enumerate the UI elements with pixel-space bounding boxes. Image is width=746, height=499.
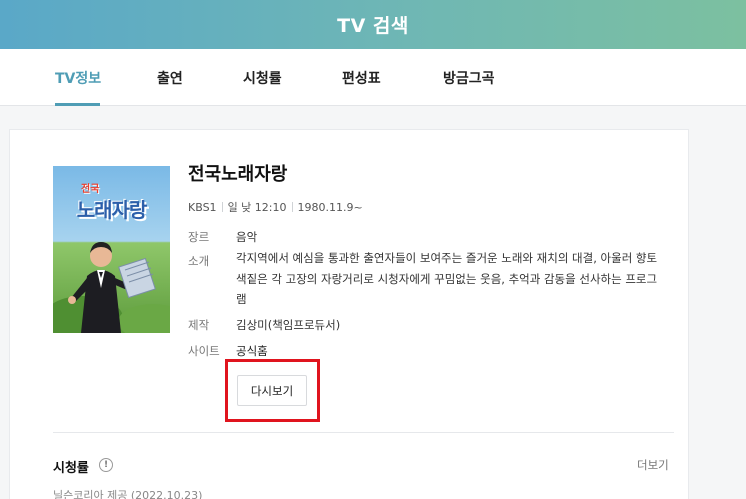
broadcast-schedule: 일 낮 12:10	[227, 201, 287, 214]
top-header-bar: TV 검색	[0, 0, 746, 49]
tab-cast[interactable]: 출연	[157, 68, 183, 88]
tab-recent-song[interactable]: 방금그곡	[443, 68, 495, 88]
intro-text: 각지역에서 예심을 통과한 출연자들이 보여주는 즐거운 노래와 재치의 대결,…	[236, 251, 658, 306]
channel-name: KBS1	[188, 200, 217, 214]
info-icon[interactable]: !	[99, 458, 113, 472]
meta-divider	[221, 202, 223, 212]
site-label: 사이트	[188, 344, 220, 358]
active-tab-underline	[55, 103, 100, 106]
poster-host-illustration	[53, 242, 170, 333]
ratings-source-text: 닐슨코리아 제공 (2022.10.23)	[53, 489, 203, 499]
program-title[interactable]: 전국노래자랑	[188, 160, 287, 186]
tab-bar: TV정보 출연 시청률 편성표 방금그곡	[0, 49, 746, 106]
genre-value: 음악	[236, 230, 258, 244]
ratings-section-title: 시청률	[53, 461, 89, 476]
tab-schedule[interactable]: 편성표	[342, 68, 381, 88]
program-poster[interactable]: 전국 노래자랑	[53, 166, 170, 333]
rewatch-button[interactable]: 다시보기	[237, 375, 307, 406]
official-site-link[interactable]: 공식홈	[236, 343, 268, 359]
tab-ratings[interactable]: 시청률	[243, 68, 282, 88]
start-date: 1980.11.9~	[297, 200, 363, 214]
intro-label: 소개	[188, 254, 210, 268]
genre-label: 장르	[188, 230, 210, 244]
tab-tv-info[interactable]: TV정보	[55, 68, 101, 88]
section-divider	[53, 432, 674, 433]
more-link[interactable]: 더보기	[637, 457, 669, 473]
producer-value: 김상미(책임프로듀서)	[236, 318, 341, 332]
meta-divider	[291, 202, 293, 212]
page-title: TV 검색	[337, 15, 409, 37]
producer-label: 제작	[188, 318, 210, 332]
program-meta: KBS1 일 낮 12:10 1980.11.9~	[188, 199, 363, 215]
